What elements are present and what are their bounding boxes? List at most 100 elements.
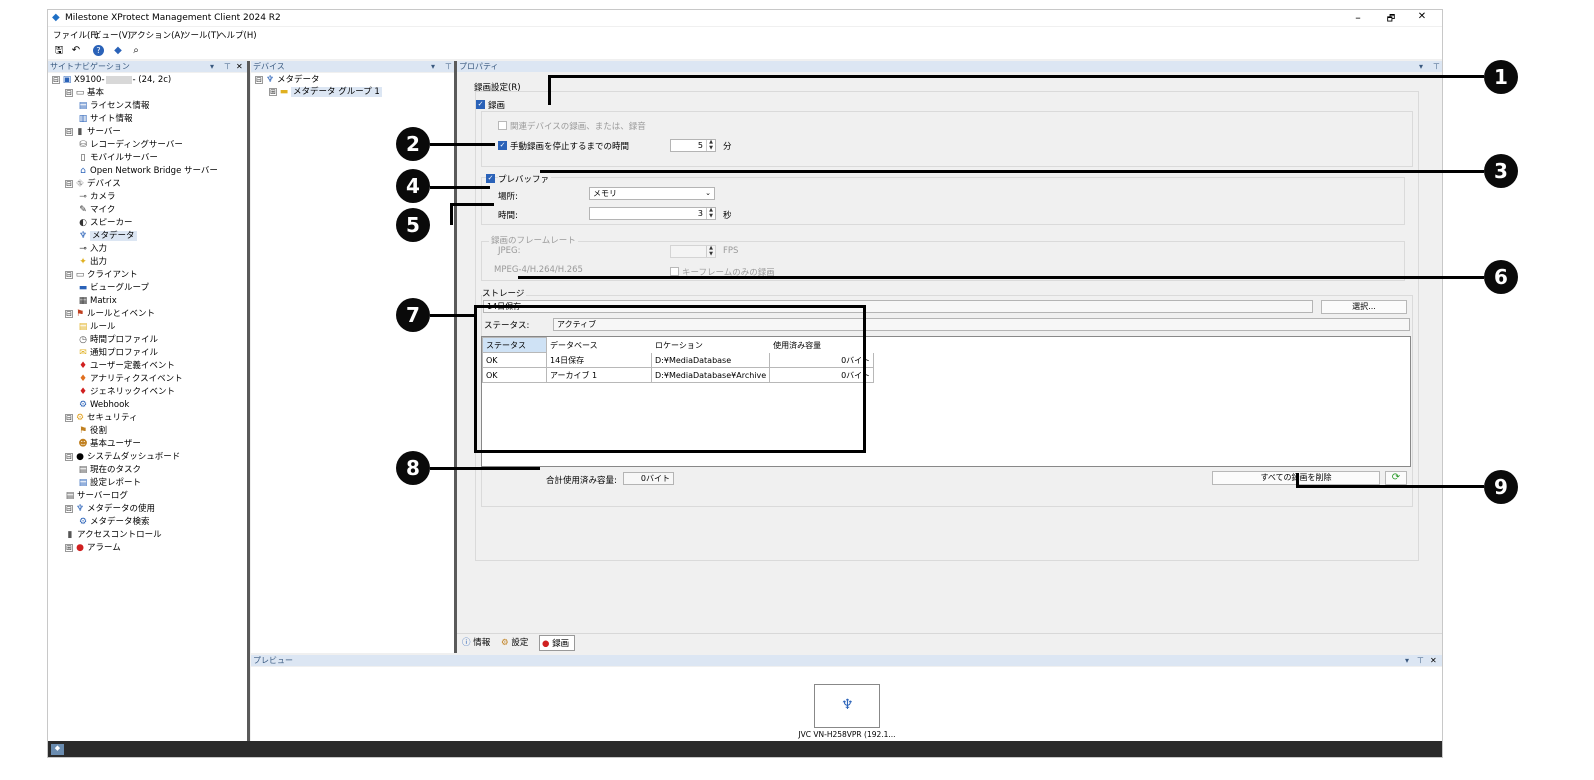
sidebar-item[interactable]: ♦ アナリティクスイベント [78,373,183,385]
sidebar-item[interactable]: ♦ ユーザー定義イベント [78,360,175,372]
manual-stop-input[interactable]: 5 ▲ ▼ [670,139,716,152]
menu-tools[interactable]: ツール(T) [182,29,219,41]
sidebar-item[interactable]: ⊸ 入力 [78,243,107,255]
pin-icon[interactable]: ⊤ [445,61,452,72]
sidebar-item[interactable]: ✦ 出力 [78,256,107,268]
sidebar-item[interactable]: ⊟ ● システムダッシュボード [65,451,180,463]
location-select[interactable]: メモリ ⌄ [589,187,715,200]
save-icon[interactable]: 🖫 [52,44,66,57]
tab-info[interactable]: ⓘ 情報 [462,636,490,648]
sidebar-item[interactable]: ⊟ ▭ 基本 [65,87,104,99]
select-storage-button[interactable]: 選択... [1321,300,1407,314]
close-button[interactable]: ✕ [1412,11,1432,22]
expand-icon[interactable]: ⊞ [65,543,73,552]
sidebar-item[interactable]: ⚑ 役割 [78,425,107,437]
tree-node-icon: ☻ [78,439,88,449]
sidebar-item[interactable]: ◷ 時間プロファイル [78,334,158,346]
prebuffer-checkbox[interactable]: ✓ [486,174,495,183]
minimize-button[interactable]: – [1348,11,1368,24]
spinner-icon[interactable]: ▲ ▼ [706,207,715,219]
collapse-icon[interactable]: ⊟ [65,270,73,279]
sidebar-item[interactable]: ☻ 基本ユーザー [78,438,141,450]
collapse-icon[interactable]: ⊟ [65,127,73,136]
sidebar-item[interactable]: ⌂ Open Network Bridge サーバー [78,165,218,177]
connect-icon[interactable]: ◆ [111,44,125,57]
dropdown-icon[interactable]: ▾ [210,61,214,72]
sidebar-item[interactable]: ⊞ ● アラーム [65,542,121,554]
tree-item-metadata[interactable]: ⊟ ♆ メタデータ [255,74,320,86]
preview-thumbnail[interactable]: ♆ [814,684,880,728]
tree-item-metadata-group[interactable]: ⊞ ▬ メタデータ グループ 1 [269,86,382,98]
related-devices-checkbox[interactable]: ✓ [498,121,507,130]
spinner-icon[interactable]: ▲ ▼ [706,245,715,257]
find-icon[interactable]: ⌕ [129,44,143,57]
close-pane-icon[interactable]: ✕ [1430,655,1437,666]
refresh-icon[interactable]: ⟳ [1385,471,1407,485]
close-pane-icon[interactable]: ✕ [236,61,243,72]
total-used-field: 0バイト [623,472,674,485]
menu-action[interactable]: アクション(A) [129,29,184,41]
sidebar-item[interactable]: ⊟ ⚙ セキュリティ [65,412,138,424]
taskbar-app-icon[interactable]: ◆ [51,744,64,755]
sidebar-item[interactable]: ⊟ ♆ メタデータの使用 [65,503,155,515]
expand-icon[interactable]: ⊞ [269,87,277,96]
tab-record[interactable]: ● 録画 [539,635,575,651]
sidebar-item[interactable]: ⛁ レコーディングサーバー [78,139,183,151]
sidebar-item[interactable]: ▤ ライセンス情報 [78,100,150,112]
collapse-icon[interactable]: ⊟ [65,452,73,461]
sidebar-item[interactable]: ⊸ カメラ [78,191,115,203]
sidebar-item[interactable]: ▤ サーバーログ [65,490,128,502]
pin-icon[interactable]: ⊤ [224,61,231,72]
sidebar-item[interactable]: ♦ ジェネリックイベント [78,386,175,398]
dropdown-icon[interactable]: ▾ [431,61,435,72]
sidebar-item[interactable]: ✎ マイク [78,204,115,216]
sidebar-item[interactable]: ⊟ ⚑ ルールとイベント [65,308,155,320]
collapse-icon[interactable]: ⊟ [65,413,73,422]
pin-icon[interactable]: ⊤ [1433,61,1440,72]
menu-help[interactable]: ヘルプ(H) [218,29,257,41]
dropdown-icon[interactable]: ▾ [1419,61,1423,72]
record-checkbox[interactable]: ✓ [476,100,485,109]
sidebar-item[interactable]: ⚙ メタデータ検索 [78,516,150,528]
time-input[interactable]: 3 ▲ ▼ [589,207,716,220]
help-icon[interactable]: ? [93,45,104,56]
dropdown-icon[interactable]: ▾ [1405,655,1409,666]
sidebar-item-label: マイク [90,205,116,215]
menu-file[interactable]: ファイル(F) [53,29,99,41]
sidebar-item[interactable]: ⊟ ▮ サーバー [65,126,121,138]
splitter[interactable] [247,61,250,757]
sidebar-item[interactable]: ▤ 現在のタスク [78,464,141,476]
restore-button[interactable]: 🗗 [1381,11,1401,27]
sidebar-item[interactable]: ▦ Matrix [78,295,117,307]
collapse-icon[interactable]: ⊟ [255,75,263,84]
sidebar-item[interactable]: ▮ アクセスコントロール [65,529,162,541]
manual-stop-checkbox[interactable]: ✓ [498,141,507,150]
sidebar-item[interactable]: ◐ スピーカー [78,217,132,229]
sidebar-item[interactable]: ▬ ビューグループ [78,282,149,294]
pin-icon[interactable]: ⊤ [1417,655,1424,666]
sidebar-item[interactable]: ▥ サイト情報 [78,113,133,125]
tree-node-icon: ▮ [77,127,83,137]
sidebar-item[interactable]: ⊟ ⛗ デバイス [65,178,121,190]
sidebar-item[interactable]: ✉ 通知プロファイル [78,347,158,359]
sidebar-item[interactable]: ♆ メタデータ [78,230,137,242]
undo-icon[interactable]: ↶ [69,44,83,57]
jpeg-fps-input[interactable]: ▲ ▼ [670,245,716,258]
collapse-icon[interactable]: ⊟ [52,75,60,84]
sidebar-item[interactable]: ▯ モバイルサーバー [78,152,158,164]
spinner-icon[interactable]: ▲ ▼ [706,139,715,151]
sidebar-item[interactable]: ▤ ルール [78,321,116,333]
sidebar-item[interactable]: ⊟ ▣ X9100- - (24, 2c) [52,74,171,86]
callout-line [548,75,551,105]
sidebar-item[interactable]: ⊟ ▭ クライアント [65,269,138,281]
collapse-icon[interactable]: ⊟ [65,88,73,97]
sidebar-item[interactable]: ⚙ Webhook [78,399,129,411]
tab-settings[interactable]: ⚙ 設定 [501,636,528,648]
collapse-icon[interactable]: ⊟ [65,309,73,318]
menu-view[interactable]: ビュー(V) [93,29,131,41]
callout-line [1296,473,1299,488]
collapse-icon[interactable]: ⊟ [65,179,73,188]
keyframe-checkbox[interactable]: ✓ [670,267,679,276]
collapse-icon[interactable]: ⊟ [65,504,73,513]
sidebar-item[interactable]: ▤ 設定レポート [78,477,141,489]
